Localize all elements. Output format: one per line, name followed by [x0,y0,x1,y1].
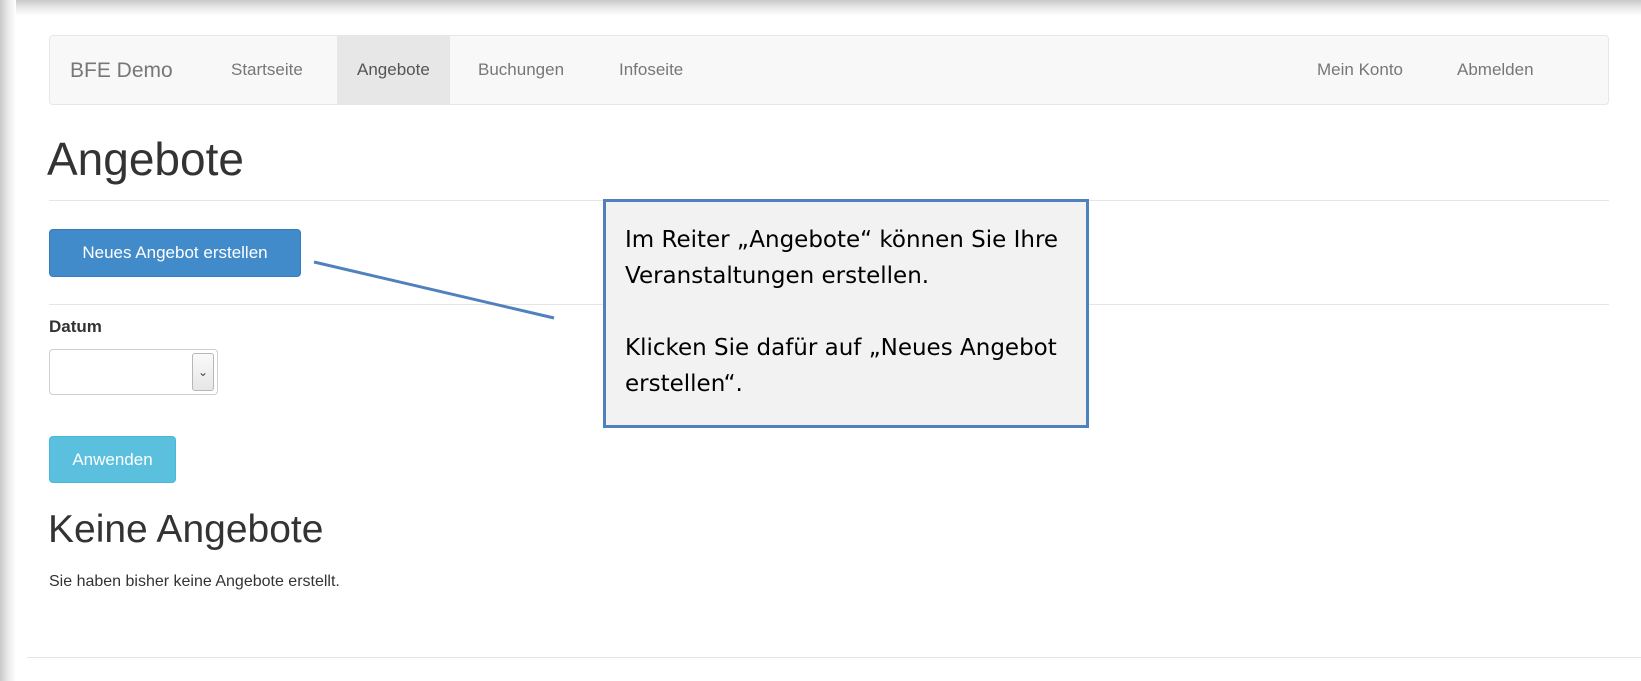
callout-paragraph-1: Im Reiter „Angebote“ können Sie Ihre Ver… [625,227,1059,289]
callout-paragraph-2: Klicken Sie dafür auf „Neues Angebot ers… [625,335,1057,397]
callout-connector-line [313,260,555,320]
tutorial-callout: Im Reiter „Angebote“ können Sie Ihre Ver… [603,199,1089,428]
